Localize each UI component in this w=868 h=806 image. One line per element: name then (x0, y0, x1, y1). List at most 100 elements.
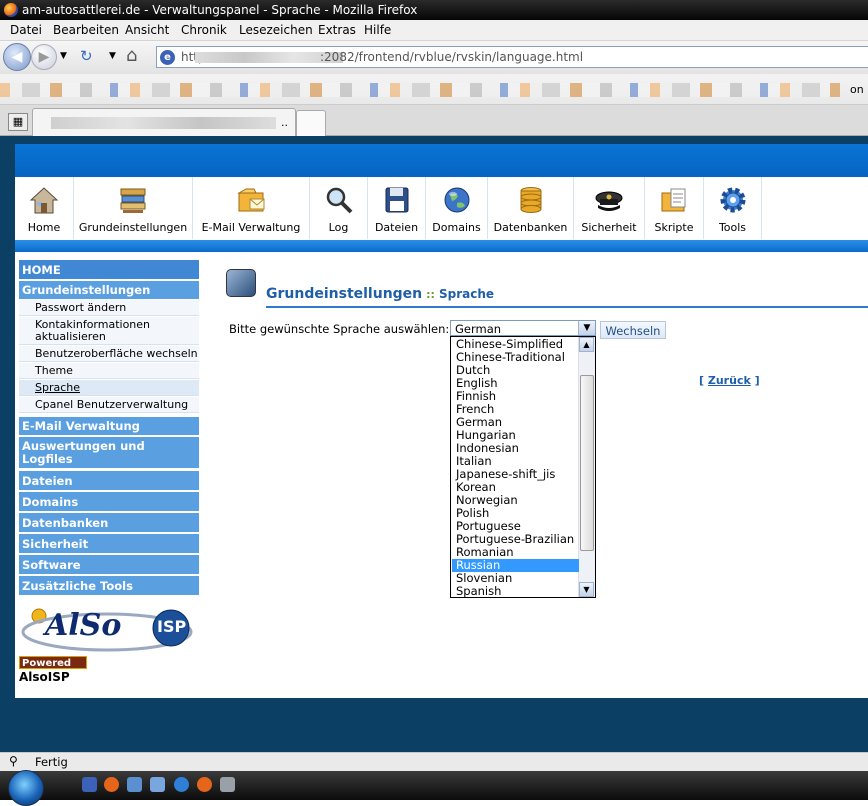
scroll-up-icon[interactable]: ▲ (579, 337, 594, 352)
taskbar-firefox2-icon[interactable] (197, 777, 212, 792)
sidebar-domains[interactable]: Domains (19, 492, 199, 512)
language-select-value: German (455, 322, 502, 336)
menu-extras[interactable]: Extras (318, 23, 356, 37)
sidebar-software[interactable]: Software (19, 555, 199, 575)
url-path: :2082/frontend/rvblue/rvskin/language.ht… (320, 50, 584, 64)
history-dropdown-icon[interactable]: ▼ (60, 51, 67, 61)
status-bar: ⚲ Fertig (0, 752, 868, 772)
toolbar-datenbanken[interactable]: Datenbanken (488, 177, 574, 239)
taskbar-firefox-icon[interactable] (104, 777, 119, 792)
toolbar-stripe (15, 240, 868, 252)
url-bar[interactable]: e http:// :2082/frontend/rvblue/rvskin/l… (156, 46, 868, 68)
sidebar-email[interactable]: E-Mail Verwaltung (19, 417, 199, 436)
taskbar-window-icon[interactable] (150, 777, 165, 792)
sidebar-item-sprache[interactable]: Sprache (19, 380, 199, 396)
language-option[interactable]: Spanish (452, 585, 579, 598)
gear-icon (720, 187, 745, 213)
tab-title-redacted (51, 117, 276, 129)
wechseln-button[interactable]: Wechseln (600, 321, 666, 339)
tab-title-ellipsis: .. (281, 116, 288, 129)
language-settings-icon (226, 269, 256, 297)
scrollbar-thumb[interactable] (580, 375, 594, 551)
sidebar-auswertungen[interactable]: Auswertungen und Logfiles (19, 437, 199, 469)
main-toolbar: Home Grundeinstellungen E-Mail Verwaltun… (15, 177, 868, 241)
toolbar-grundeinstellungen[interactable]: Grundeinstellungen (74, 177, 193, 239)
tab-bar: ▦ .. (0, 105, 868, 136)
toolbar-tools[interactable]: Tools (704, 177, 762, 239)
sidebar-home[interactable]: HOME (19, 260, 199, 280)
menu-chronik[interactable]: Chronik (181, 23, 227, 37)
alsoisp-logo: AlSo ISP (19, 602, 194, 654)
taskbar-network-icon[interactable] (127, 777, 142, 792)
tab-overview-icon[interactable]: ▦ (8, 113, 28, 131)
menu-datei[interactable]: Datei (10, 23, 42, 37)
toolbar-email[interactable]: E-Mail Verwaltung (193, 177, 310, 239)
sidebar-datenbanken[interactable]: Datenbanken (19, 513, 199, 533)
script-folder-icon (661, 188, 686, 212)
start-orb-icon[interactable] (8, 770, 44, 806)
menu-ansicht[interactable]: Ansicht (125, 23, 169, 37)
brand-name: AlsoISP (19, 670, 70, 684)
firefox-icon (4, 3, 18, 17)
page-title: Grundeinstellungen:: Sprache (266, 286, 494, 302)
toolbar-dateien[interactable]: Dateien (368, 177, 426, 239)
page-title-main: Grundeinstellungen (266, 286, 423, 302)
logo-badge: ISP (157, 617, 187, 636)
navigation-toolbar: ◀ ▶ ▼ ↻ ▼ ⌂ e http:// :2082/frontend/rvb… (0, 41, 868, 74)
powered-by-badge: Powered By (19, 656, 87, 682)
sidebar-grundeinstellungen[interactable]: Grundeinstellungen (19, 281, 199, 300)
settings-books-icon (120, 188, 146, 213)
menu-bar: Datei Bearbeiten Ansicht Chronik Lesezei… (0, 20, 868, 41)
language-select[interactable]: German ▼ (450, 320, 596, 336)
reload-dropdown-icon[interactable]: ▼ (109, 51, 116, 61)
mail-folder-icon (237, 188, 265, 212)
toolbar-sicherheit[interactable]: Sicherheit (574, 177, 645, 239)
forward-button[interactable]: ▶ (31, 44, 57, 70)
menu-hilfe[interactable]: Hilfe (364, 23, 391, 37)
database-icon (520, 187, 541, 213)
menu-bearbeiten[interactable]: Bearbeiten (53, 23, 119, 37)
globe-icon (444, 187, 469, 213)
back-button[interactable]: ◀ (3, 43, 31, 71)
site-identity-icon[interactable]: e (160, 50, 175, 65)
page-title-sub: Sprache (438, 287, 495, 301)
home-page-icon[interactable]: ⌂ (126, 45, 137, 66)
chevron-down-icon[interactable]: ▼ (578, 321, 595, 335)
taskbar-gear-icon[interactable] (220, 777, 235, 792)
sidebar-item-passwort[interactable]: Passwort ändern (19, 300, 199, 316)
scroll-down-icon[interactable]: ▼ (579, 582, 594, 597)
bookmarks-redacted (0, 83, 840, 97)
toolbar-log[interactable]: Log (310, 177, 368, 239)
toolbar-domains[interactable]: Domains (426, 177, 488, 239)
sidebar-item-benutzeroberflaeche[interactable]: Benutzeroberfläche wechseln (19, 346, 199, 362)
dropdown-scrollbar[interactable]: ▲ ▼ (578, 337, 595, 597)
language-dropdown-list[interactable]: ▲ ▼ Chinese-Simplified Chinese-Traditiona… (450, 336, 596, 598)
status-text: Fertig (35, 755, 68, 769)
toolbar-home[interactable]: Home (15, 177, 74, 239)
sidebar-tools[interactable]: Zusätzliche Tools (19, 576, 199, 596)
reload-icon[interactable]: ↻ (80, 47, 93, 65)
header-bar (15, 144, 868, 177)
new-tab-button[interactable] (296, 110, 326, 136)
taskbar (0, 770, 868, 806)
sidebar-item-kontakt[interactable]: Kontakinformationen aktualisieren (19, 317, 199, 345)
taskbar-globe-icon[interactable] (174, 777, 189, 792)
sidebar-item-cpanel[interactable]: Cpanel Benutzerverwaltung (19, 397, 199, 413)
magnifier-icon (326, 187, 352, 214)
taskbar-desktop-icon[interactable] (82, 777, 97, 792)
sidebar-dateien[interactable]: Dateien (19, 471, 199, 491)
floppy-disk-icon (385, 187, 408, 213)
status-magnifier-icon: ⚲ (9, 754, 18, 768)
menu-lesezeichen[interactable]: Lesezeichen (239, 23, 313, 37)
toolbar-skripte[interactable]: Skripte (645, 177, 704, 239)
sidebar-sicherheit[interactable]: Sicherheit (19, 534, 199, 554)
heading-underline (266, 306, 868, 308)
window-title-bar: am-autosattlerei.de - Verwaltungspanel -… (0, 0, 868, 20)
sidebar-item-theme[interactable]: Theme (19, 363, 199, 379)
tab-active[interactable]: .. (32, 108, 296, 136)
logo-text: AlSo (45, 608, 122, 643)
language-label: Bitte gewünschte Sprache auswählen: (229, 322, 450, 336)
home-icon (29, 187, 59, 214)
zurueck-link[interactable]: Zurück (708, 374, 751, 387)
window-title: am-autosattlerei.de - Verwaltungspanel -… (22, 3, 418, 17)
